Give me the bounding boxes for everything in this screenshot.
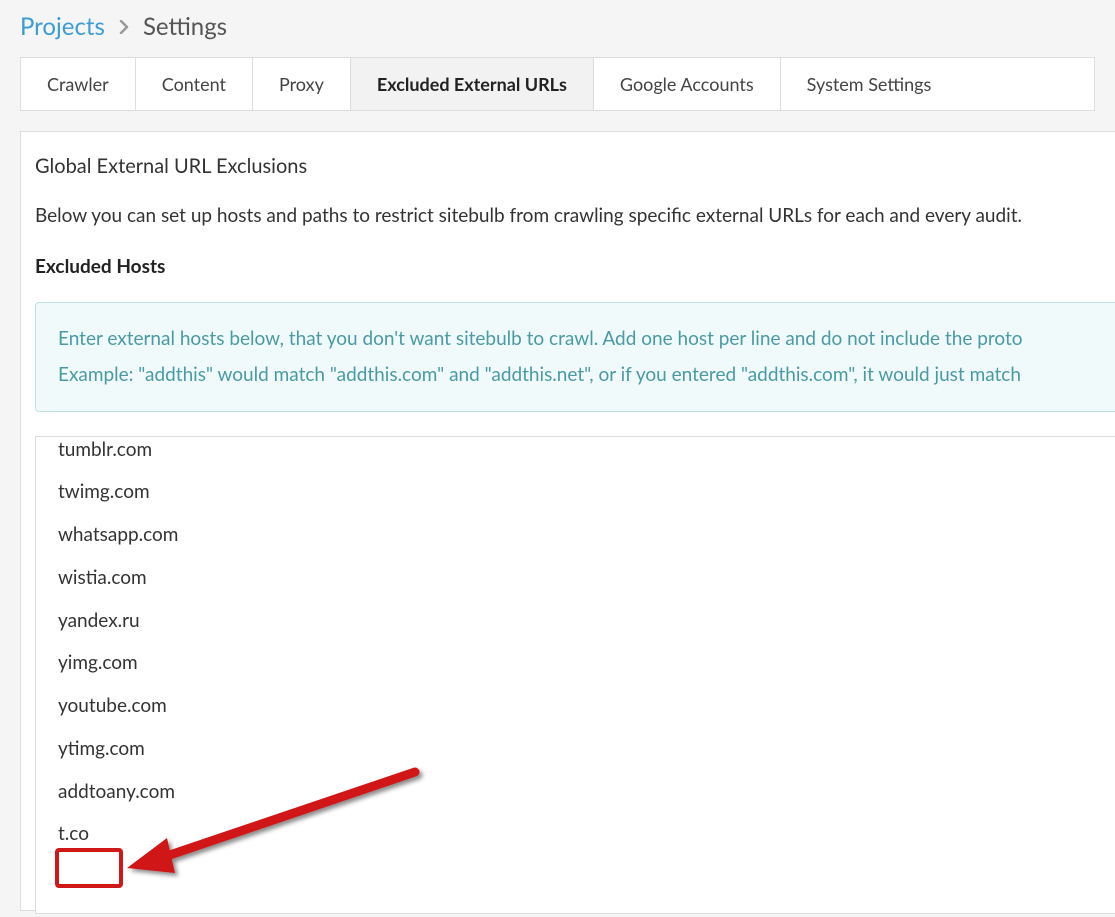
tab-content[interactable]: Content	[136, 58, 253, 110]
list-item: t.co	[58, 813, 1115, 856]
hosts-list: twitter.com tumblr.com twimg.com whatsap…	[58, 436, 1115, 857]
info-callout: Enter external hosts below, that you don…	[35, 302, 1115, 412]
tab-excluded-external-urls[interactable]: Excluded External URLs	[351, 58, 594, 110]
excluded-hosts-textarea[interactable]: twitter.com tumblr.com twimg.com whatsap…	[35, 436, 1115, 914]
list-item: whatsapp.com	[58, 514, 1115, 557]
breadcrumb: Projects Settings	[0, 0, 1115, 57]
list-item: yimg.com	[58, 642, 1115, 685]
list-item: tumblr.com	[58, 436, 1115, 472]
info-line: Example: "addthis" would match "addthis.…	[58, 357, 1115, 393]
panel-description: Below you can set up hosts and paths to …	[35, 202, 1115, 231]
panel-title: Global External URL Exclusions	[35, 154, 1115, 178]
breadcrumb-root-link[interactable]: Projects	[20, 12, 105, 41]
tab-google-accounts[interactable]: Google Accounts	[594, 58, 781, 110]
tab-system-settings[interactable]: System Settings	[781, 58, 958, 110]
info-line: Enter external hosts below, that you don…	[58, 321, 1115, 357]
list-item: yandex.ru	[58, 600, 1115, 643]
list-item: ytimg.com	[58, 728, 1115, 771]
list-item: twimg.com	[58, 471, 1115, 514]
list-item: youtube.com	[58, 685, 1115, 728]
chevron-right-icon	[119, 16, 129, 38]
breadcrumb-current: Settings	[143, 12, 227, 41]
tabs-bar: Crawler Content Proxy Excluded External …	[20, 57, 1095, 111]
tab-proxy[interactable]: Proxy	[253, 58, 351, 110]
list-item: addtoany.com	[58, 771, 1115, 814]
section-label-excluded-hosts: Excluded Hosts	[35, 255, 1115, 278]
list-item: wistia.com	[58, 557, 1115, 600]
tab-crawler[interactable]: Crawler	[21, 58, 136, 110]
settings-panel: Global External URL Exclusions Below you…	[20, 131, 1115, 911]
